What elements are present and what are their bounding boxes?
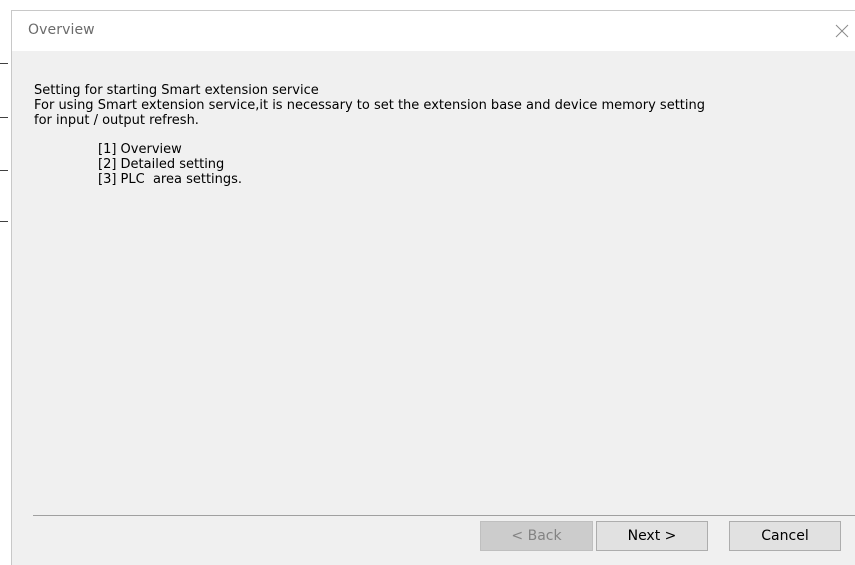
back-button[interactable]: < Back: [480, 521, 593, 551]
dialog-title: Overview: [28, 22, 95, 38]
overview-dialog: Overview Setting for starting Smart exte…: [11, 10, 855, 565]
next-button[interactable]: Next >: [596, 521, 708, 551]
parent-window-edge: [0, 0, 10, 565]
screen: Overview Setting for starting Smart exte…: [0, 0, 855, 565]
dialog-titlebar[interactable]: Overview: [12, 11, 855, 51]
step-plc-area-settings: [3] PLC area settings.: [98, 172, 243, 187]
edge-tick: [0, 221, 8, 222]
step-detailed-setting: [2] Detailed setting: [98, 157, 225, 172]
close-button[interactable]: [829, 15, 855, 45]
content-heading: Setting for starting Smart extension ser…: [34, 83, 319, 98]
button-separator: [33, 515, 855, 516]
content-description-line2: for input / output refresh.: [34, 113, 199, 128]
edge-tick: [0, 170, 8, 171]
cancel-button[interactable]: Cancel: [729, 521, 841, 551]
edge-tick: [0, 63, 8, 64]
content-description-line1: For using Smart extension service,it is …: [34, 98, 705, 113]
edge-tick: [0, 117, 8, 118]
close-icon: [835, 24, 849, 38]
dialog-content: Setting for starting Smart extension ser…: [34, 83, 834, 187]
steps-list: [1] Overview [2] Detailed setting [3] PL…: [34, 142, 834, 187]
step-overview: [1] Overview: [98, 142, 182, 157]
